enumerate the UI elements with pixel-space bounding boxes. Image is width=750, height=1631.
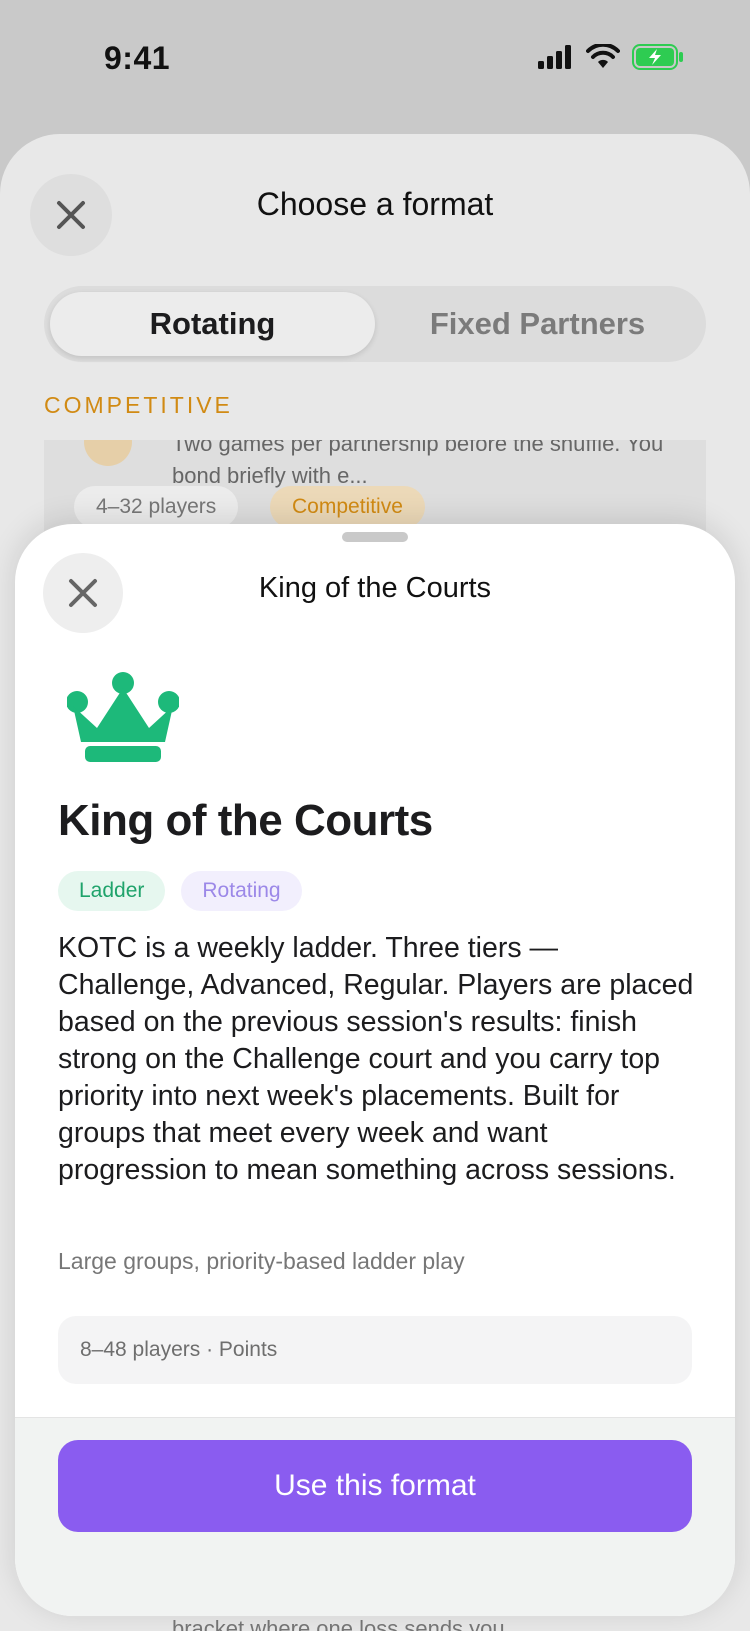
section-label-competitive: COMPETITIVE: [44, 392, 233, 418]
format-card-description: Two games per partnership before the shu…: [172, 440, 664, 488]
status-time: 9:41: [104, 40, 171, 76]
format-card-competitive-pill: Competitive: [270, 486, 425, 528]
tab-rotating[interactable]: Rotating: [50, 292, 375, 356]
format-meta-text: 8–48 players · Points: [80, 1338, 278, 1361]
sheet-title: King of the Courts: [258, 572, 492, 604]
picker-title: Choose a format: [256, 186, 494, 222]
format-card-icon: [84, 440, 132, 466]
format-meta-box: 8–48 players · Points: [58, 1316, 692, 1384]
background-card-text: bracket where one loss sends you: [172, 1616, 505, 1631]
battery-charging-icon: [632, 44, 683, 70]
format-description: KOTC is a weekly ladder. Three tiers — C…: [58, 932, 694, 1186]
tag-rotating: Rotating: [181, 871, 302, 911]
cellular-signal-icon: [538, 45, 571, 69]
tag-ladder: Ladder: [58, 871, 166, 911]
format-type-segmented-control: Rotating Fixed Partners: [44, 286, 706, 362]
best-for-text: Large groups, priority-based ladder play: [58, 1248, 465, 1274]
status-bar: 9:41: [0, 0, 750, 120]
crown-icon: [67, 672, 179, 762]
sheet-grabber[interactable]: [342, 532, 408, 542]
use-this-format-button[interactable]: Use this format: [58, 1440, 692, 1532]
format-card-players-pill: 4–32 players: [74, 486, 239, 528]
format-detail-sheet: King of the Courts King of the Courts La…: [15, 524, 735, 1616]
format-tags: Ladder Rotating: [58, 871, 302, 911]
format-name: King of the Courts: [58, 796, 433, 845]
status-icons: [538, 44, 684, 70]
tab-fixed-partners[interactable]: Fixed Partners: [375, 292, 700, 356]
wifi-icon: [586, 44, 620, 68]
